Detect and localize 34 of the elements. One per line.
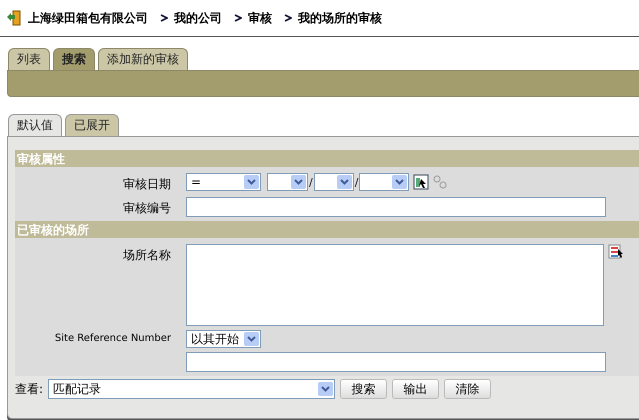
day-dropdown[interactable] [267,173,308,191]
field-label: 审核编号 [122,200,171,217]
tab[interactable]: 列表 [8,48,50,70]
list-picker-icon[interactable] [608,244,624,260]
action-button[interactable]: 清除 [444,379,492,399]
tab[interactable]: 搜索 [53,48,95,70]
match-dropdown[interactable]: 以其开始 [186,330,261,348]
back-door-icon[interactable] [6,10,22,26]
chevron-icon [234,14,242,22]
subtab[interactable]: 默认值 [8,114,62,136]
tab[interactable]: 添加新的审核 [98,48,188,70]
date-separator: / [309,176,313,188]
field-label: Site Reference Number [54,332,171,344]
section-header: 审核属性 [15,150,639,167]
chevron-icon [160,14,168,22]
breadcrumb-link[interactable]: 审核 [248,10,272,26]
breadcrumb-link[interactable]: 上海绿田箱包有限公司 [28,10,148,26]
breadcrumb-link[interactable]: 我的公司 [174,10,222,26]
action-button[interactable]: 搜索 [340,379,388,399]
text-input[interactable] [186,197,606,217]
view-dropdown[interactable]: 匹配记录 [48,379,336,399]
field-label: 场所名称 [122,247,171,264]
date-separator: / [354,176,358,188]
section-header: 已审核的场所 [15,221,639,238]
subtab[interactable]: 已展开 [65,114,119,136]
chevron-icon [284,14,292,22]
view-label: 查看: [15,380,44,398]
text-input[interactable] [186,352,606,372]
operator-dropdown[interactable]: = [186,173,261,191]
month-dropdown[interactable] [314,173,354,191]
calendar-icon[interactable] [413,174,430,190]
field-label: 审核日期 [122,176,171,193]
action-button[interactable]: 输出 [392,379,440,399]
breadcrumb-link[interactable]: 我的场所的审核 [298,10,382,26]
